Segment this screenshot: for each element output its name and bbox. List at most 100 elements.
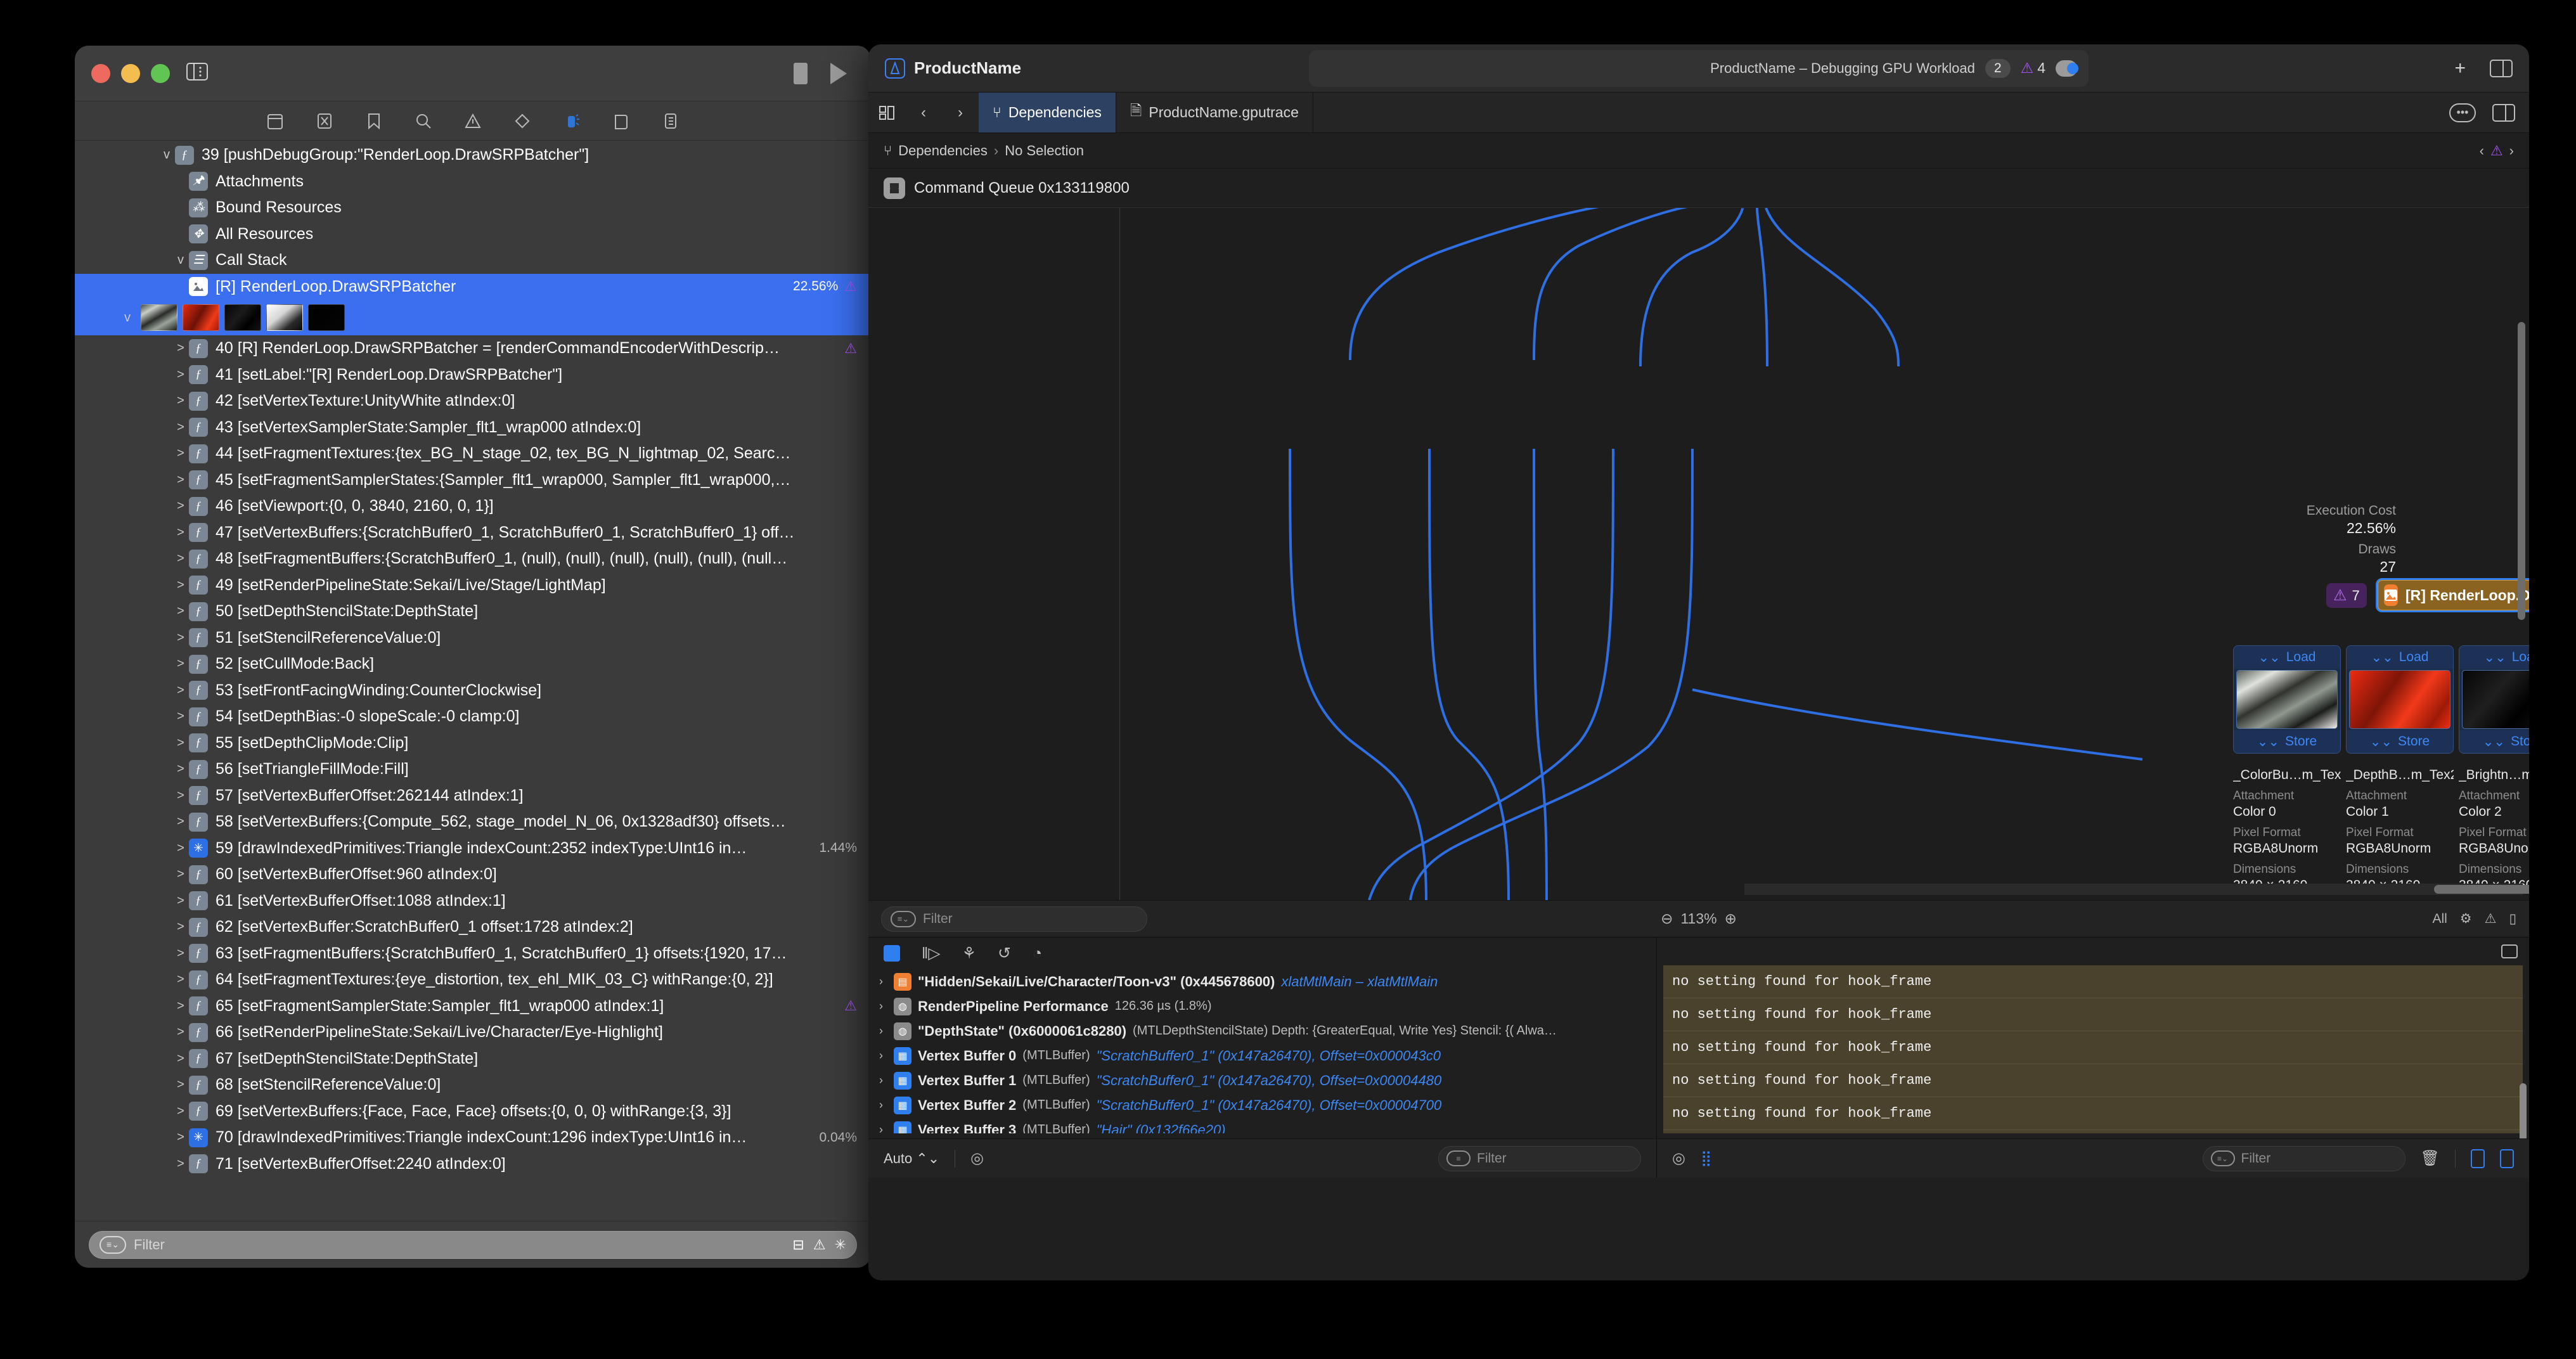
disclosure-triangle-icon[interactable]: > — [172, 841, 189, 856]
warning-filter-icon[interactable]: ⚠ — [2485, 911, 2497, 927]
tree-row[interactable]: > ƒ 55 [setDepthClipMode:Clip] — [75, 730, 871, 757]
disclosure-triangle-icon[interactable]: v — [172, 253, 189, 267]
tree-row[interactable]: > ƒ 44 [setFragmentTextures:{tex_BG_N_stag… — [75, 441, 871, 467]
tree-row[interactable]: > ƒ 52 [setCullMode:Back] — [75, 651, 871, 678]
reload-icon[interactable]: ↺ — [998, 944, 1011, 963]
symbol-icon[interactable] — [315, 112, 334, 131]
right-panel-toggle-icon[interactable] — [2492, 103, 2515, 122]
attachment-card[interactable]: ⌄⌄ Load ⌄⌄ Store — [2459, 645, 2529, 754]
tree-row[interactable]: > ƒ 51 [setStencilReferenceValue:0] — [75, 625, 871, 652]
filter-scope-icon[interactable]: ≡⌄ — [891, 910, 916, 927]
disclosure-triangle-icon[interactable]: › — [875, 975, 887, 988]
disclosure-triangle-icon[interactable]: v — [158, 148, 175, 162]
load-action-button[interactable]: ⌄⌄ Load — [2459, 646, 2529, 669]
resource-row[interactable]: › ▦ Vertex Buffer 2 (MTLBuffer) "ScratchBuff… — [875, 1093, 1651, 1117]
disclosure-triangle-icon[interactable]: › — [875, 1123, 887, 1133]
tree-row[interactable]: > ƒ 63 [setFragmentBuffers:{ScratchBuffer0… — [75, 941, 871, 967]
warning-triangle-icon[interactable]: ⚠ — [844, 340, 857, 357]
filter-scope-icon[interactable]: ≡ — [1446, 1150, 1471, 1166]
disclosure-triangle-icon[interactable]: > — [172, 894, 189, 908]
tree-row[interactable]: > ✳ 70 [drawIndexedPrimitives:Triangle ind… — [75, 1124, 871, 1151]
graph-horizontal-scrollbar[interactable] — [2434, 885, 2529, 894]
tree-row[interactable]: > ƒ 71 [setVertexBufferOffset:2240 atIndex… — [75, 1151, 871, 1178]
attachment-column[interactable]: ⌄⌄ Load ⌄⌄ Store _Brightn…m_Tex2D Attachment C… — [2459, 645, 2529, 900]
tree-row[interactable]: > ƒ 64 [setFragmentTextures:{eye_distortio… — [75, 967, 871, 993]
disclosure-triangle-icon[interactable]: > — [172, 999, 189, 1014]
gear-icon[interactable]: ⚙ — [2460, 911, 2472, 927]
disclosure-triangle-icon[interactable]: > — [172, 1157, 189, 1171]
back-button[interactable]: ‹ — [905, 93, 942, 132]
resource-row[interactable]: › ▦ Vertex Buffer 1 (MTLBuffer) "ScratchBuff… — [875, 1068, 1651, 1093]
store-action-button[interactable]: ⌄⌄ Store — [2459, 730, 2529, 753]
console-panel-icon[interactable] — [2501, 944, 2518, 958]
preview-eye-icon[interactable]: ◎ — [970, 1149, 984, 1168]
disclosure-triangle-icon[interactable]: > — [172, 525, 189, 540]
tab-gputrace[interactable]: 🗎 ProductName.gputrace — [1116, 93, 1313, 132]
resource-row[interactable]: › ◍ "DepthState" (0x6000061c8280) (MTLDepth… — [875, 1019, 1651, 1043]
tree-row[interactable]: > ƒ 42 [setVertexTexture:UnityWhite atInde… — [75, 388, 871, 415]
attachment-preview[interactable] — [2236, 670, 2338, 729]
resource-filter-input[interactable]: ≡ Filter — [1438, 1145, 1641, 1171]
more-options-icon[interactable]: ••• — [2449, 103, 2476, 122]
resource-row[interactable]: › ◍ RenderPipeline Performance 126.36 µs (1… — [875, 994, 1651, 1019]
tree-row[interactable]: 🖈 Attachments — [75, 169, 871, 195]
forward-button[interactable]: › — [942, 93, 979, 132]
tree-row[interactable]: > ƒ 54 [setDepthBias:-0 slopeScale:-0 clam… — [75, 704, 871, 730]
disclosure-triangle-icon[interactable]: > — [172, 789, 189, 803]
disclosure-triangle-icon[interactable]: › — [875, 1074, 887, 1087]
console-scrollbar[interactable] — [2520, 1083, 2527, 1143]
attachment-thumbnail[interactable] — [183, 304, 219, 331]
scope-selector[interactable]: All — [2432, 911, 2447, 927]
attachment-preview[interactable] — [2462, 670, 2529, 729]
disclosure-triangle-icon[interactable]: › — [875, 1024, 887, 1038]
console-filter-input[interactable]: ≡⌄ Filter — [2202, 1145, 2405, 1171]
stop-button[interactable] — [794, 62, 808, 84]
tree-row[interactable]: > ƒ 65 [setFragmentSamplerState:Sampler_fl… — [75, 993, 871, 1020]
tree-row[interactable]: > ƒ 56 [setTriangleFillMode:Fill] — [75, 756, 871, 783]
console-eye-icon[interactable]: ◎ — [1672, 1149, 1685, 1168]
resource-list[interactable]: › ▤ "Hidden/Sekai/Live/Character/Toon-v3" … — [875, 969, 1651, 1133]
pass-warning-chip[interactable]: ⚠ 7 — [2326, 583, 2367, 608]
load-action-button[interactable]: ⌄⌄ Load — [2347, 646, 2453, 669]
page-icon[interactable] — [612, 112, 631, 131]
disclosure-triangle-icon[interactable]: > — [172, 604, 189, 619]
resource-row-link[interactable]: "ScratchBuffer0_1" (0x147a26470), Offset… — [1097, 1072, 1442, 1089]
tree-row[interactable]: > ƒ 43 [setVertexSamplerState:Sampler_flt1… — [75, 415, 871, 441]
zoom-in-icon[interactable]: ⊕ — [1725, 910, 1737, 927]
disclosure-triangle-icon[interactable]: > — [172, 1025, 189, 1040]
disclosure-triangle-icon[interactable]: > — [172, 499, 189, 513]
dependency-graph[interactable]: Execution Cost 22.56% Draws 27 ⚠ 7 [R] R… — [868, 208, 2529, 900]
tree-row[interactable]: > ƒ 41 [setLabel:"[R] RenderLoop.DrawSRPBa… — [75, 362, 871, 389]
group-icon[interactable]: ⊟ — [792, 1237, 804, 1253]
tree-row[interactable]: > ƒ 58 [setVertexBuffers:{Compute_562, sta… — [75, 809, 871, 835]
tree-row[interactable]: > ƒ 49 [setRenderPipelineState:Sekai/Live/… — [75, 572, 871, 599]
sidebar-toggle-icon[interactable] — [186, 62, 208, 84]
gauge-icon[interactable]: ◔ — [1033, 944, 1042, 963]
attachment-card[interactable]: ⌄⌄ Load ⌄⌄ Store — [2233, 645, 2341, 754]
play-button[interactable] — [830, 62, 847, 84]
disclosure-triangle-icon[interactable]: › — [875, 1000, 887, 1013]
left-filter-input[interactable]: ≡⌄ Filter ⊟ ⚠ ✳ — [89, 1230, 857, 1259]
clear-console-icon[interactable]: 🗑 — [2421, 1149, 2440, 1168]
attachment-thumbnail-strip[interactable]: v — [75, 300, 871, 335]
attachment-preview[interactable] — [2349, 670, 2450, 729]
tree-row[interactable]: > ƒ 69 [setVertexBuffers:{Face, Face, Face… — [75, 1098, 871, 1125]
capture-tree[interactable]: v ƒ 39 [pushDebugGroup:"RenderLoop.DrawSRP… — [75, 142, 871, 1221]
show-debug-area-icon[interactable] — [2471, 1149, 2485, 1168]
tree-row[interactable]: > ƒ 61 [setVertexBufferOffset:1088 atIndex… — [75, 888, 871, 915]
filter-scope-icon[interactable]: ≡⌄ — [2210, 1150, 2235, 1166]
inspector-toggle-icon[interactable] — [2490, 59, 2513, 77]
tree-row[interactable]: v ☰ Call Stack — [75, 247, 871, 274]
console-filter-mode-icon[interactable]: ⣿ — [1701, 1150, 1712, 1166]
layout-icon[interactable] — [868, 93, 905, 132]
issues-icon[interactable]: ⚠ — [813, 1237, 826, 1253]
tree-row[interactable]: > ƒ 40 [R] RenderLoop.DrawSRPBatcher = [re… — [75, 335, 871, 362]
tree-row[interactable]: > ƒ 67 [setDepthStencilState:DepthState] — [75, 1046, 871, 1072]
disclosure-triangle-icon[interactable]: > — [172, 446, 189, 461]
load-action-button[interactable]: ⌄⌄ Load — [2234, 646, 2340, 669]
tree-row[interactable]: > ƒ 48 [setFragmentBuffers:{ScratchBuffer0… — [75, 546, 871, 572]
panel-toggle-icon[interactable]: ▯ — [2509, 911, 2516, 927]
disclosure-triangle-icon[interactable]: > — [172, 1130, 189, 1145]
step-over-icon[interactable]: ‖▷ — [922, 944, 941, 963]
window-traffic-lights[interactable] — [91, 63, 170, 83]
